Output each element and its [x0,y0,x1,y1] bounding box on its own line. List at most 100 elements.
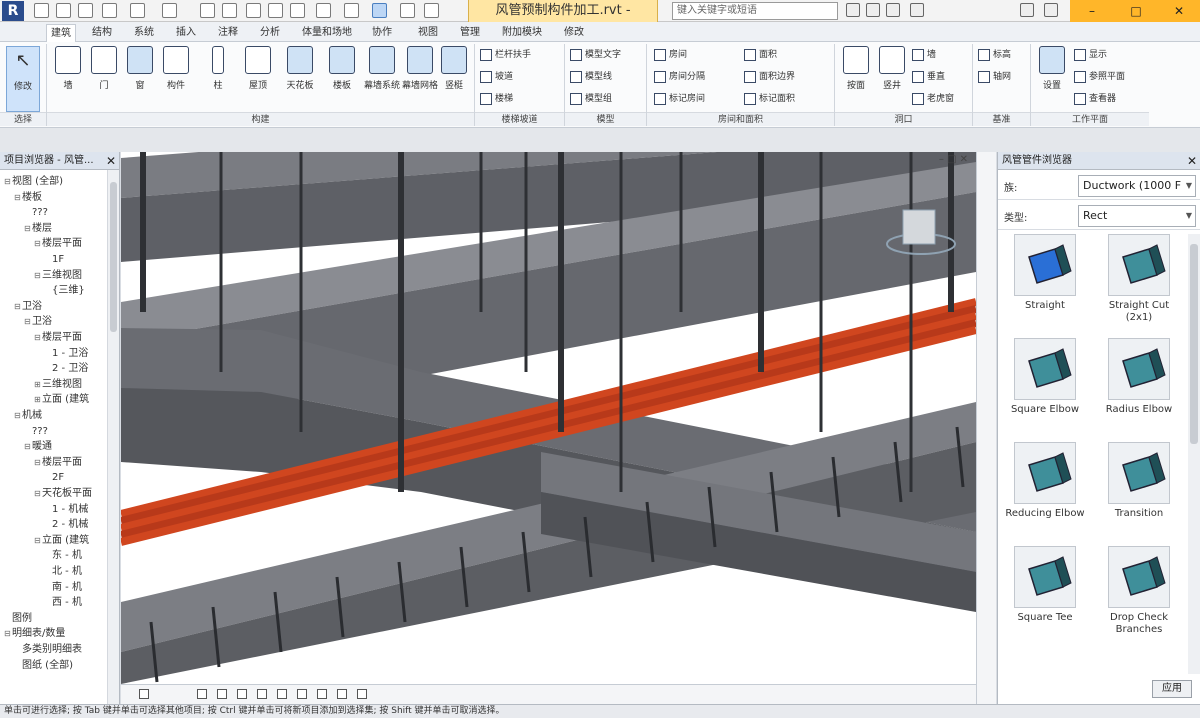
sun-path-icon[interactable] [237,689,247,699]
tree-item[interactable]: 西 - 机 [44,595,82,610]
tree-item[interactable]: ??? [24,205,48,220]
fitting-item[interactable]: Straight Cut (2x1) [1098,234,1180,324]
area-boundary-button[interactable]: 面积边界 [744,68,795,86]
tree-item[interactable]: 东 - 机 [44,548,82,563]
tab-collaborate[interactable]: 协作 [368,24,396,42]
room-button[interactable]: 房间 [654,46,687,64]
tree-item[interactable]: ⊟天花板平面 [34,486,92,501]
level-button[interactable]: 标高 [978,46,1011,64]
minimize-button[interactable]: – [1070,0,1114,22]
tree-item[interactable]: {三维} [44,283,85,298]
panel-title-select[interactable]: 选择 [0,112,46,126]
help-icon[interactable] [1044,3,1058,17]
tree-toggle-icon[interactable]: ⊟ [34,486,42,501]
switch-windows-icon[interactable] [424,3,439,18]
tree-item[interactable]: ⊞立面 (建筑 [34,392,89,407]
ceiling-button[interactable]: 天花板 [282,46,318,112]
wall-opening-button[interactable]: 墙 [912,46,936,64]
tree-toggle-icon[interactable]: ⊞ [34,392,42,407]
redo-icon[interactable] [162,3,177,18]
save-icon[interactable] [78,3,93,18]
fitting-item[interactable]: Transition [1098,442,1180,520]
text-icon[interactable] [290,3,305,18]
grid-button[interactable]: 轴网 [978,68,1011,86]
model-group-button[interactable]: 模型组 [570,90,612,108]
tree-toggle-icon[interactable]: ⊟ [34,455,42,470]
section-icon[interactable] [344,3,359,18]
tab-view[interactable]: 视图 [414,24,442,42]
app-logo[interactable]: R [2,1,24,21]
star-icon[interactable] [886,3,900,17]
reveal-icon[interactable] [357,689,367,699]
component-button[interactable]: 构件 [158,46,194,112]
stair-button[interactable]: 楼梯 [480,90,513,108]
tree-toggle-icon[interactable]: ⊟ [24,314,32,329]
tree-toggle-icon[interactable]: ⊞ [34,377,42,392]
3d-view-icon[interactable] [316,3,331,18]
room-separator-button[interactable]: 房间分隔 [654,68,705,86]
tree-item[interactable]: ⊞三维视图 [34,377,82,392]
close-icon[interactable]: ✕ [106,152,116,169]
railing-button[interactable]: 栏杆扶手 [480,46,531,64]
by-face-button[interactable]: 按面 [838,46,874,112]
tree-item[interactable]: 1F [44,252,64,267]
show-workplane-button[interactable]: 显示 [1074,46,1107,64]
vertical-opening-button[interactable]: 垂直 [912,68,945,86]
tree-item[interactable]: 1 - 机械 [44,502,88,517]
tag-room-button[interactable]: 标记房间 [654,90,705,108]
user-icon[interactable] [910,3,924,17]
tab-insert[interactable]: 插入 [172,24,200,42]
tab-modify[interactable]: 修改 [560,24,588,42]
measure-icon[interactable] [222,3,237,18]
tree-toggle-icon[interactable]: ⊟ [34,236,42,251]
view-control-bar[interactable] [121,684,976,704]
tree-item[interactable]: ⊟楼板 [14,190,42,205]
play-icon[interactable] [56,3,71,18]
lock-icon[interactable] [317,689,327,699]
tree-toggle-icon[interactable]: ⊟ [24,221,32,236]
fitting-item[interactable]: Square Tee [1004,546,1086,624]
search-input[interactable]: 键入关键字或短语 [672,2,838,20]
duct-model-scene[interactable] [121,152,976,684]
fitting-item[interactable]: Reducing Elbow [1004,442,1086,520]
shaft-button[interactable]: 竖井 [874,46,910,112]
tree-item[interactable]: ⊟楼层平面 [34,455,82,470]
selected-fitting-body[interactable] [902,209,936,245]
pencil-icon[interactable] [246,3,261,18]
tab-architecture[interactable]: 建筑 [46,24,76,42]
wall-button[interactable]: 墙 [50,46,86,112]
tree-item[interactable]: 2 - 卫浴 [44,361,88,376]
tree-toggle-icon[interactable]: ⊟ [14,408,22,423]
tree-item[interactable]: ⊟暖通 [24,439,52,454]
type-select[interactable]: Rect ▼ [1078,205,1196,227]
tree-item[interactable]: 1 - 卫浴 [44,346,88,361]
tree-item[interactable]: 多类别明细表 [14,642,82,657]
tab-massing[interactable]: 体量和场地 [298,24,356,42]
detail-level-icon[interactable] [197,689,207,699]
viewer-button[interactable]: 查看器 [1074,90,1116,108]
ref-plane-button[interactable]: 参照平面 [1074,68,1125,86]
curtain-system-button[interactable]: 幕墙系统 [364,46,400,112]
sync-icon[interactable] [102,3,117,18]
tree-toggle-icon[interactable]: ⊟ [4,174,12,189]
crop-icon[interactable] [297,689,307,699]
shadows-icon[interactable] [257,689,267,699]
close-hidden-icon[interactable] [400,3,415,18]
area-button[interactable]: 面积 [744,46,777,64]
undo-icon[interactable] [130,3,145,18]
tree-item[interactable]: 图纸 (全部) [14,658,73,673]
tab-annotate[interactable]: 注释 [214,24,242,42]
close-button[interactable]: ✕ [1158,0,1200,22]
scrollbar-thumb[interactable] [110,182,117,332]
fitting-item[interactable]: Square Elbow [1004,338,1086,416]
tree-toggle-icon[interactable]: ⊟ [34,268,42,283]
open-icon[interactable] [34,3,49,18]
model-text-button[interactable]: 模型文字 [570,46,621,64]
model-line-button[interactable]: 模型线 [570,68,612,86]
3d-viewport[interactable]: – □ ✕ [121,152,976,684]
tree-item[interactable]: ⊟立面 (建筑 [34,533,89,548]
tree-item[interactable]: ⊟视图 (全部) [4,174,63,189]
tree-item[interactable]: ⊟卫浴 [14,299,42,314]
exchange-icon[interactable] [1020,3,1034,17]
fitting-item[interactable]: Straight [1004,234,1086,312]
